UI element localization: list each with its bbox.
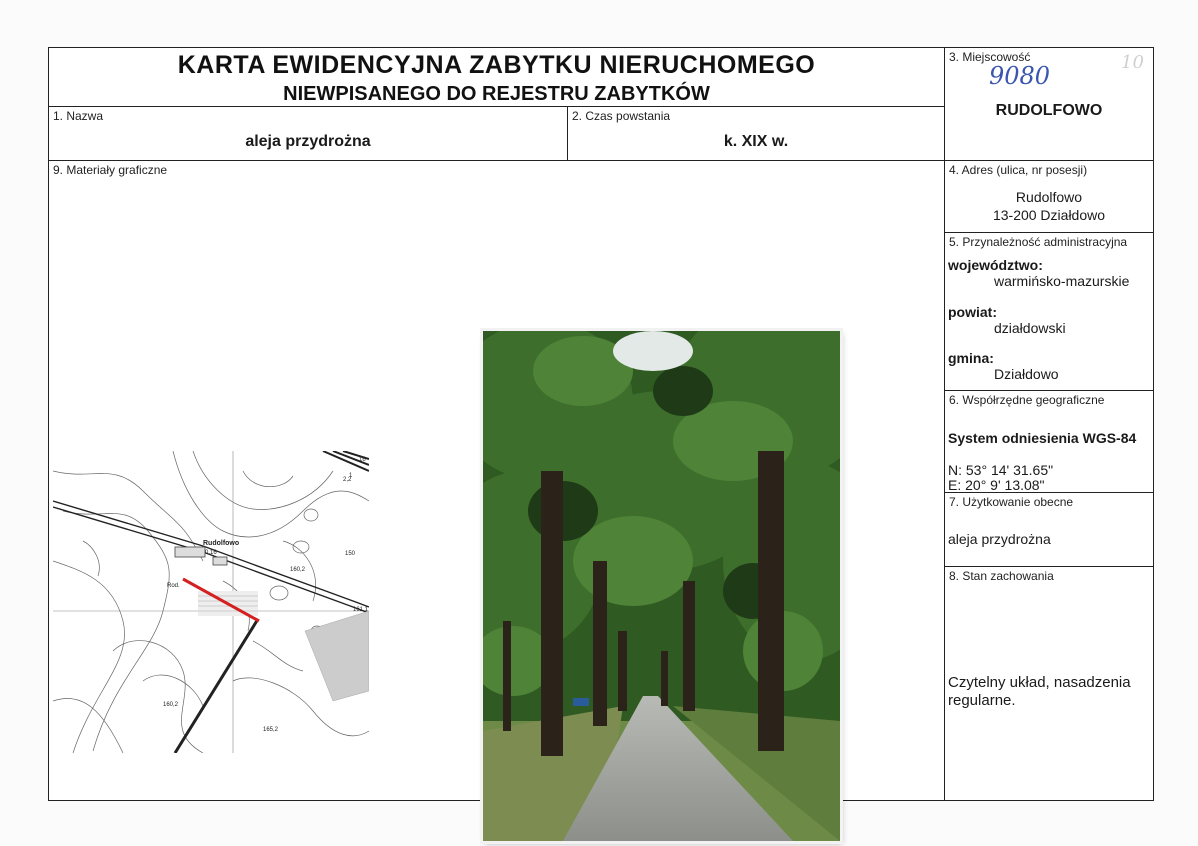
czas-label: 2. Czas powstania [572, 109, 671, 123]
field-adres: 4. Adres (ulica, nr posesji) Rudolfowo 1… [944, 160, 1153, 232]
field-przynaleznosc: 5. Przynależność administracyjna wojewód… [944, 232, 1153, 390]
materialy-label: 9. Materiały graficzne [53, 163, 168, 177]
map-label-corner: 16 [359, 457, 366, 463]
field-stan-zachowania: 8. Stan zachowania Czytelny układ, nasad… [944, 566, 1153, 801]
adres-label: 4. Adres (ulica, nr posesji) [949, 163, 1088, 177]
map-label-small3: Rod. [167, 583, 180, 589]
wgs-system: System odniesienia WGS-84 [948, 430, 1137, 446]
field-czas-powstania: 2. Czas powstania k. XIX w. [567, 106, 944, 160]
handwritten-number: 9080 [989, 62, 1051, 90]
miejscowosc-value: RUDOLFOWO [995, 102, 1103, 119]
map-drawing: Rudolfowo 0.16 160,2 161,1 165,2 160,2 1… [53, 451, 369, 753]
document-title: KARTA EWIDENCYJNA ZABYTKU NIERUCHOMEGO [177, 51, 816, 79]
stan-value: Czytelny układ, nasadzenia regularne. [948, 674, 1131, 709]
map-label-elev3: 165,2 [263, 727, 279, 733]
field-nazwa: 1. Nazwa aleja przydrożna [49, 106, 567, 160]
handwritten-page: 10 [1121, 52, 1144, 73]
document-subtitle: NIEWPISANEGO DO REJESTRU ZABYTKÓW [283, 83, 710, 105]
powiat-value: działdowski [994, 320, 1066, 336]
map-label-area: 0.16 [205, 550, 217, 556]
admin-label: 5. Przynależność administracyjna [949, 235, 1128, 249]
uzytkowanie-label: 7. Użytkowanie obecne [949, 495, 1074, 509]
uzytkowanie-value: aleja przydrożna [948, 531, 1051, 547]
field-miejscowosc: 3. Miejscowość 9080 10 RUDOLFOWO [944, 48, 1153, 160]
wojewodztwo-value: warmińsko-mazurskie [994, 273, 1130, 289]
field-wspolrzedne: 6. Współrzędne geograficzne System odnie… [944, 390, 1153, 493]
title-area: KARTA EWIDENCYJNA ZABYTKU NIERUCHOMEGO N… [49, 48, 944, 106]
map-label-elev2: 161,1 [353, 607, 369, 613]
czas-value: k. XIX w. [723, 133, 789, 150]
field-uzytkowanie: 7. Użytkowanie obecne aleja przydrożna [944, 492, 1153, 566]
powiat-key: powiat: [948, 304, 997, 320]
map-label-elev1: 160,2 [290, 567, 306, 573]
field-materialy-graficzne: 9. Materiały graficzne Rudolfowo 0.16 16… [49, 160, 944, 841]
map-label-place: Rudolfowo [203, 540, 239, 547]
adres-line1: Rudolfowo [1015, 189, 1083, 205]
alley-photo [483, 331, 840, 841]
gmina-value: Działdowo [994, 366, 1059, 382]
alley-photo-drawing [483, 331, 840, 841]
coord-n: N: 53° 14' 31.65" [948, 462, 1054, 478]
map-label-small2: 2,2 [343, 477, 352, 483]
map-label-elev4: 160,2 [163, 702, 179, 708]
record-card: KARTA EWIDENCYJNA ZABYTKU NIERUCHOMEGO N… [48, 47, 1154, 841]
coord-e: E: 20° 9' 13.08" [948, 477, 1045, 493]
map-label-small4: 150 [345, 551, 356, 557]
topographic-map: Rudolfowo 0.16 160,2 161,1 165,2 160,2 1… [53, 451, 369, 753]
gmina-key: gmina: [948, 350, 994, 366]
nazwa-value: aleja przydrożna [245, 133, 371, 150]
wojewodztwo-key: województwo: [948, 257, 1043, 273]
stan-label: 8. Stan zachowania [949, 569, 1054, 583]
wspolrzedne-label: 6. Współrzędne geograficzne [949, 393, 1105, 407]
nazwa-label: 1. Nazwa [53, 109, 104, 123]
adres-line2: 13-200 Działdowo [992, 207, 1106, 223]
